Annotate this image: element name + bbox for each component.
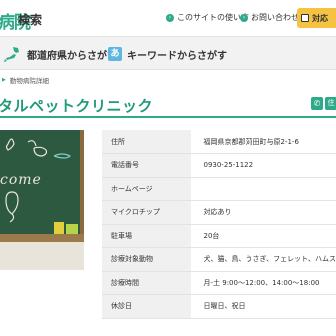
microchip-value: 対応あり [191,200,336,225]
yellow-block [54,222,64,234]
keyword-icon: あ [108,47,122,61]
welcome-chalk-text: come [0,172,42,188]
row-label: 住所 [102,130,192,154]
row-label: 休診日 [102,294,192,319]
title-row: タルペットクリニック ✆ 住 [0,90,336,118]
phone-value[interactable]: 0930-25-1122 [191,153,336,178]
search-by-prefecture-tab[interactable]: 都道府県からさがす [2,45,117,63]
row-label: ホームページ [102,177,192,201]
site-header: 病院 検索 › このサイトの使い方 › お問い合わせ 対応 [0,0,336,36]
search-by-keyword-label: キーワードからさがす [127,50,227,62]
usage-guide-link[interactable]: › このサイトの使い方 [166,12,249,23]
page-title: タルペットクリニック [0,97,154,115]
table-row: 休診日 日曜日、祝日 [102,294,336,319]
table-row: ホームページ [102,177,336,201]
table-row: 電話番号 0930-25-1122 [102,153,336,178]
chalk-ledge [0,234,84,242]
homepage-value [191,177,336,201]
green-block [66,224,78,234]
row-label: 駐車場 [102,224,192,248]
japan-map-icon [4,47,19,62]
table-row: マイクロチップ 対応あり [102,200,336,225]
clinic-photo: come [0,130,84,270]
row-label: 診療対象動物 [102,247,192,272]
table-row: 駐車場 20台 [102,224,336,248]
row-label: マイクロチップ [102,200,192,225]
wall [0,242,84,270]
checkbox-icon [301,14,309,22]
phone-icon[interactable]: ✆ [311,97,323,110]
table-row: 住所 福岡県京都郡苅田町与原2-1-6 [102,130,336,154]
table-row: 診療対象動物 犬、猫、鳥、うさぎ、フェレット、ハムス [102,247,336,272]
clinic-info-table: 住所 福岡県京都郡苅田町与原2-1-6 電話番号 0930-25-1122 ホー… [102,130,336,319]
chevron-right-icon: › [240,13,248,22]
animals-value: 犬、猫、鳥、うさぎ、フェレット、ハムス [191,247,336,272]
address-icon[interactable]: 住 [325,97,336,110]
search-bar: 都道府県からさがす あ キーワードからさがす [0,36,336,70]
breadcrumb-current: 動物病院詳細 [9,77,49,85]
closed-days-value: 日曜日、祝日 [191,294,336,319]
breadcrumb: ▶ 動物病院詳細 [0,74,49,86]
chevron-right-icon: ▶ [2,77,6,83]
search-by-keyword-tab[interactable]: あ キーワードからさがす [108,45,227,63]
row-label: 電話番号 [102,153,192,178]
header-cta-label: 対応 [312,13,328,23]
parking-value: 20台 [191,224,336,248]
address-value: 福岡県京都郡苅田町与原2-1-6 [191,130,336,154]
usage-guide-label: このサイトの使い方 [177,13,249,22]
site-logo-subtitle[interactable]: 検索 [18,11,42,28]
contact-link[interactable]: › お問い合わせ [240,12,299,23]
table-row: 診療時間 月-土 9:00～12:00、14:00～18:00 [102,271,336,295]
header-cta-button[interactable]: 対応 [297,8,336,28]
row-label: 診療時間 [102,271,192,295]
hours-value: 月-土 9:00～12:00、14:00～18:00 [191,271,336,295]
chevron-right-icon: › [166,13,174,22]
search-by-prefecture-label: 都道府県からさがす [27,50,117,62]
contact-label: お問い合わせ [251,13,299,22]
